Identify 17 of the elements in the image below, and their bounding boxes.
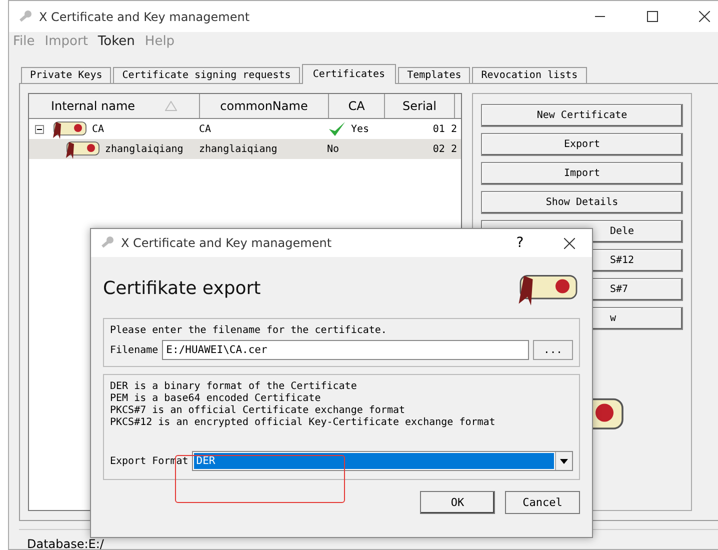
description-text: PEM is a base64 encoded Certificate: [110, 393, 322, 404]
filename-label: Filename: [110, 344, 158, 356]
serial-cell-text: 02 2: [432, 144, 458, 154]
internal-name-cell: CA: [29, 118, 199, 140]
prompt-text: Please enter the filename for the certificate.: [110, 325, 388, 336]
dialog-title: X Certificate and Key management: [121, 236, 333, 250]
description-text: PKCS#12 is an encrypted official Key-Certificate exchange format: [110, 417, 496, 428]
internal-name-cell: zhanglaiqiang: [29, 138, 199, 160]
ca-cell: Yes: [327, 120, 382, 138]
description-text: DER is a binary format of the Certificate: [110, 381, 358, 392]
description-text: PKCS#7 is an official Certificate exchange format: [110, 405, 406, 416]
dialog-heading: Certifikate export: [103, 278, 261, 298]
ca-cell-text: No: [327, 144, 340, 154]
window-title: X Certificate and Key management: [39, 10, 251, 24]
serial-cell-text: 01 2: [432, 124, 458, 134]
common-name-cell-text: zhanglaiqiang: [199, 144, 278, 154]
common-name-cell-text: CA: [199, 124, 212, 134]
